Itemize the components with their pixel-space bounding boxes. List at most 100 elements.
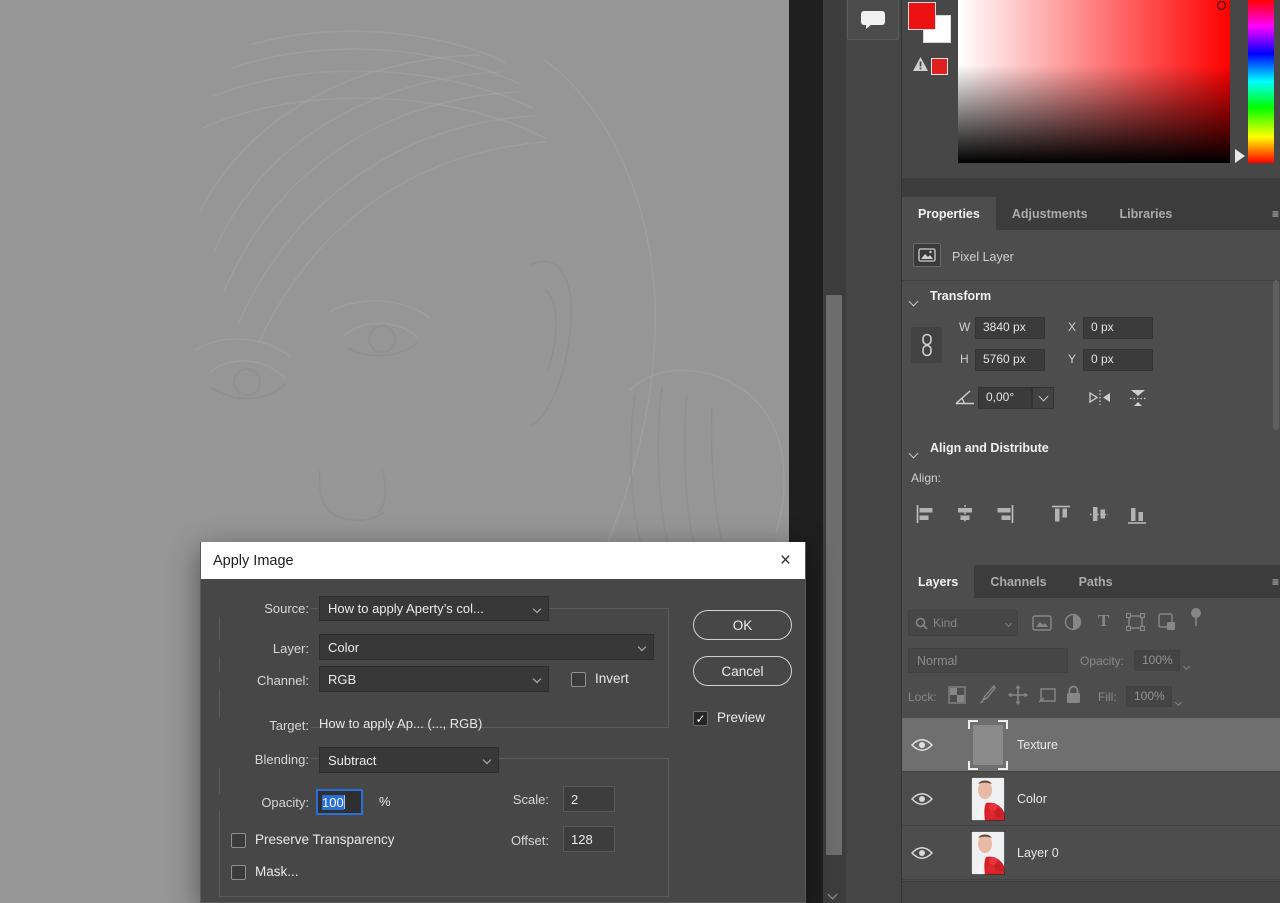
align-left-edges-icon[interactable] (916, 505, 938, 523)
visibility-eye-icon[interactable] (911, 738, 933, 752)
mask-checkbox[interactable] (231, 865, 246, 880)
invert-checkbox[interactable] (571, 672, 586, 687)
lock-position-icon[interactable] (1008, 685, 1028, 705)
filter-pin-icon[interactable] (1190, 608, 1202, 628)
lock-artboard-icon[interactable] (1038, 687, 1058, 703)
thumbnail-selection-brackets (968, 720, 1008, 770)
layer-filter-search[interactable]: Kind (908, 610, 1018, 636)
width-field[interactable]: 3840 px (975, 317, 1045, 339)
preview-label: Preview (717, 710, 765, 725)
comments-panel-tab[interactable] (847, 0, 899, 40)
align-label: Align: (911, 471, 941, 485)
layer-row-layer0[interactable]: Layer 0 (902, 826, 1280, 880)
source-dropdown[interactable]: How to apply Aperty’s col... (319, 596, 549, 621)
hue-ramp[interactable] (1248, 0, 1274, 163)
opacity-input[interactable]: 100 (316, 789, 363, 815)
tab-libraries[interactable]: Libraries (1104, 197, 1189, 230)
color-panel (902, 0, 1280, 178)
target-label: Target: (219, 717, 311, 734)
invert-label: Invert (595, 671, 629, 686)
preview-checkbox[interactable]: ✓ (693, 711, 708, 726)
gamut-nearest-color-swatch[interactable] (931, 58, 948, 75)
y-field[interactable]: 0 px (1083, 349, 1153, 371)
fill-label: Fill: (1098, 690, 1117, 704)
scrollbar-down-arrow[interactable] (829, 889, 836, 901)
layer-row-texture[interactable]: Texture (902, 718, 1280, 772)
filter-smart-objects-icon[interactable] (1158, 613, 1176, 631)
fill-value[interactable]: 100% (1126, 686, 1172, 707)
opacity-unit: % (379, 794, 391, 809)
layers-opacity-value[interactable]: 100% (1134, 650, 1180, 671)
align-bottom-edges-icon[interactable] (1128, 504, 1146, 525)
layer-thumbnail[interactable] (971, 777, 1005, 821)
blending-dropdown[interactable]: Subtract (319, 747, 499, 773)
visibility-eye-icon[interactable] (911, 846, 933, 860)
fill-dropdown-chevron[interactable] (1176, 692, 1181, 710)
dialog-titlebar[interactable]: Apply Image × (201, 542, 805, 579)
panel-seam (902, 178, 1280, 197)
layer-dropdown[interactable]: Color (319, 634, 654, 660)
target-value: How to apply Ap... (..., RGB) (319, 716, 482, 731)
lock-label: Lock: (908, 690, 937, 704)
filter-type-layers-icon[interactable]: T (1098, 611, 1109, 631)
opacity-dropdown-chevron[interactable] (1184, 656, 1189, 674)
channel-label: Channel: (219, 672, 311, 689)
close-icon[interactable]: × (780, 551, 791, 570)
source-label: Source: (219, 600, 311, 617)
hue-slider-pointer[interactable] (1235, 149, 1245, 163)
photoshop-window: Properties Adjustments Libraries ≡ Pixel… (0, 0, 1280, 903)
panel-scrollbar-thumb[interactable] (1273, 280, 1279, 430)
rotate-angle-icon (955, 389, 975, 405)
flip-horizontal-icon[interactable] (1088, 389, 1112, 406)
tab-layers[interactable]: Layers (902, 565, 974, 598)
tab-properties[interactable]: Properties (902, 197, 996, 230)
align-right-edges-icon[interactable] (992, 505, 1014, 523)
gamut-warning-icon (912, 56, 929, 72)
height-field[interactable]: 5760 px (975, 349, 1045, 371)
foreground-color-swatch[interactable] (908, 2, 936, 30)
lock-transparency-icon[interactable] (948, 686, 966, 704)
preserve-transparency-checkbox[interactable] (231, 833, 246, 848)
cancel-button[interactable]: Cancel (693, 656, 792, 686)
ok-button[interactable]: OK (693, 610, 792, 640)
pixel-layer-icon (913, 243, 941, 267)
panel-menu-icon[interactable]: ≡ (1272, 197, 1280, 230)
opacity-label: Opacity: (219, 794, 311, 811)
align-collapse-chevron[interactable] (910, 444, 917, 462)
align-distribute-header: Align and Distribute (930, 441, 1049, 455)
tab-adjustments[interactable]: Adjustments (996, 197, 1104, 230)
offset-input[interactable]: 128 (563, 826, 615, 852)
align-horizontal-centers-icon[interactable] (954, 505, 976, 523)
layer-thumbnail[interactable] (971, 723, 1005, 767)
transform-collapse-chevron[interactable] (910, 292, 917, 310)
filter-adjustment-layers-icon[interactable] (1064, 613, 1082, 631)
align-top-edges-icon[interactable] (1052, 505, 1070, 525)
channel-dropdown[interactable]: RGB (319, 666, 549, 692)
visibility-eye-icon[interactable] (911, 792, 933, 806)
align-vertical-centers-icon[interactable] (1090, 504, 1108, 525)
tab-channels[interactable]: Channels (974, 565, 1062, 598)
document-scrollbar[interactable] (823, 0, 846, 903)
panel-menu-icon[interactable]: ≡ (1272, 565, 1280, 598)
collapsed-panel-dock (846, 0, 902, 903)
x-field[interactable]: 0 px (1083, 317, 1153, 339)
saturation-brightness-field[interactable] (958, 0, 1230, 163)
rotation-field[interactable]: 0,00° (978, 387, 1032, 409)
lock-paint-brush-icon[interactable] (978, 685, 996, 704)
offset-label: Offset: (471, 832, 551, 849)
layer-row-color[interactable]: Color (902, 772, 1280, 826)
rotation-dropdown-button[interactable] (1032, 387, 1054, 409)
blend-mode-select[interactable]: Normal (908, 648, 1068, 673)
filter-shape-layers-icon[interactable] (1126, 613, 1145, 631)
tab-paths[interactable]: Paths (1063, 565, 1129, 598)
scale-input[interactable]: 2 (563, 786, 615, 812)
layer-thumbnail[interactable] (971, 831, 1005, 875)
layer-name: Layer 0 (1017, 846, 1059, 860)
pixel-layer-label: Pixel Layer (952, 250, 1014, 264)
flip-vertical-icon[interactable] (1128, 388, 1148, 408)
scrollbar-thumb[interactable] (826, 295, 842, 855)
lock-all-icon[interactable] (1066, 685, 1081, 704)
filter-pixel-layers-icon[interactable] (1032, 615, 1052, 631)
color-field-marker[interactable] (1217, 1, 1226, 10)
link-dimensions-button[interactable] (911, 327, 942, 363)
